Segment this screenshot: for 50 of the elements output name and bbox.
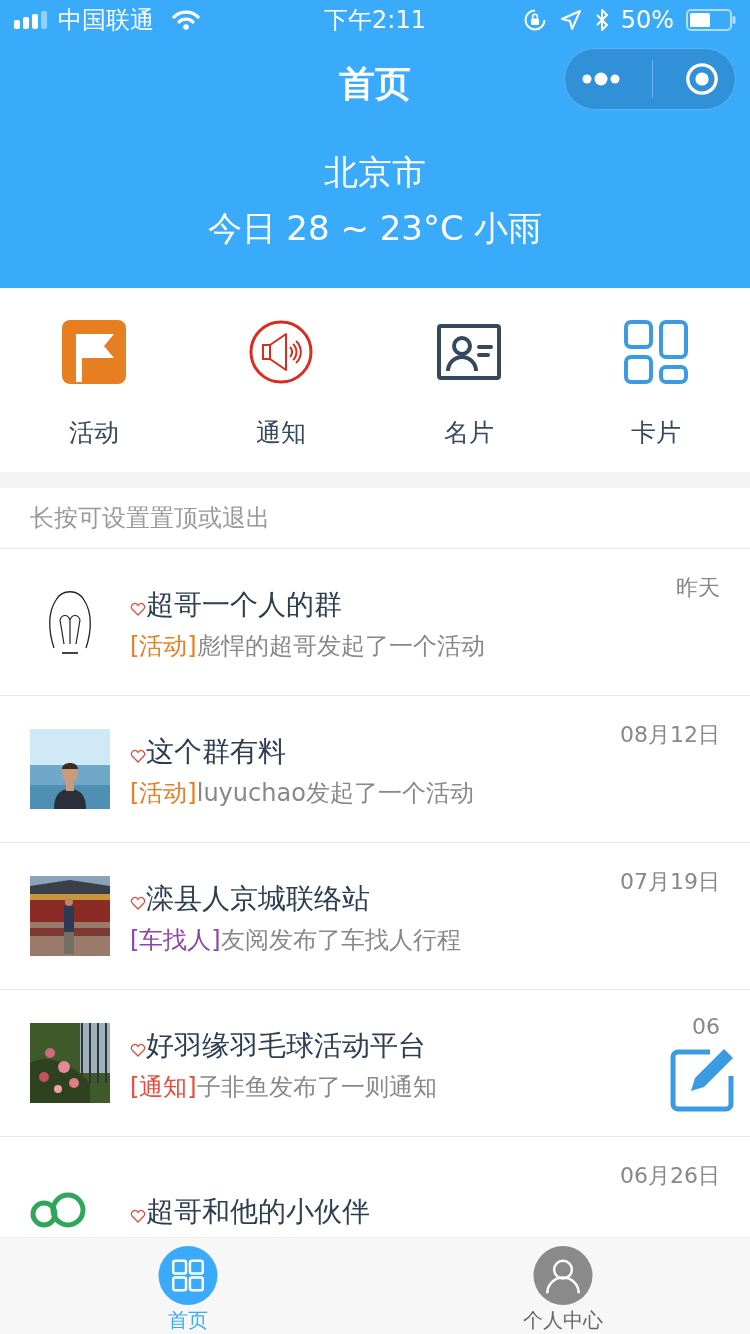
group-name: 这个群有料 [146,734,286,770]
message-date: 昨天 [676,574,720,602]
rotation-lock-icon [522,8,547,32]
hint-text: 长按可设置置顶或退出 [0,488,750,549]
message-date: 06月26日 [620,1162,720,1190]
city-name: 北京市 [324,151,426,194]
shortcut-button[interactable]: 卡片 [562,288,750,472]
shortcut-button[interactable]: 名片 [375,288,563,472]
group-item[interactable]: 这个群有料 [活动]luyuchao发起了一个活动 08月12日 [0,696,750,843]
shortcut-button[interactable]: 通知 [187,288,375,472]
group-name: 超哥一个人的群 [146,587,342,623]
latest-message: [车找人]友阅发布了车找人行程 [130,925,461,956]
bluetooth-icon [594,8,609,32]
page-title: 首页 [339,61,411,106]
message-date: 08月12日 [620,721,720,749]
group-item[interactable]: 好羽缘羽毛球活动平台 [通知]子非鱼发布了一则通知 06 [0,990,750,1137]
latest-message: [活动]luyuchao发起了一个活动 [130,778,474,809]
latest-message: [通知]子非鱼发布了一则通知 [130,1072,437,1103]
weather-forecast: 今日 28 ~ 23°C 小雨 [207,207,543,250]
wifi-icon [172,10,200,30]
latest-message: [活动]彪悍的超哥发起了一个活动 [130,631,485,662]
more-icon[interactable] [580,72,621,86]
close-target-icon[interactable] [685,62,720,96]
edit-icon[interactable] [670,1046,736,1112]
group-item[interactable]: 滦县人京城联络站 [车找人]友阅发布了车找人行程 07月19日 [0,843,750,990]
message-date: 07月19日 [620,868,720,896]
grid-icon [157,1246,218,1305]
heart-icon [130,748,146,764]
battery-icon [686,9,736,31]
status-time: 下午2:11 [324,5,426,36]
group-name: 超哥和他的小伙伴 [146,1194,370,1230]
carrier-name: 中国联通 [58,5,154,36]
rings-logo-icon [30,1192,86,1228]
signal-icon [14,11,48,29]
heart-icon [130,601,146,617]
battery-percent: 50% [620,6,674,34]
location-arrow-icon [558,8,583,32]
heart-icon [130,1208,146,1224]
person-icon [532,1246,593,1305]
speaker-icon [249,320,314,384]
heart-icon [130,895,146,911]
message-date: 06 [692,1014,720,1039]
group-name: 滦县人京城联络站 [146,881,370,917]
heart-icon [130,1042,146,1058]
shortcut-button[interactable]: 活动 [0,288,188,472]
group-name: 好羽缘羽毛球活动平台 [146,1028,426,1064]
group-item[interactable]: 超哥一个人的群 [活动]彪悍的超哥发起了一个活动 昨天 [0,549,750,696]
flag-icon [61,320,126,384]
tab-item[interactable]: 个人中心 [375,1238,750,1334]
grid-icon [624,320,689,384]
